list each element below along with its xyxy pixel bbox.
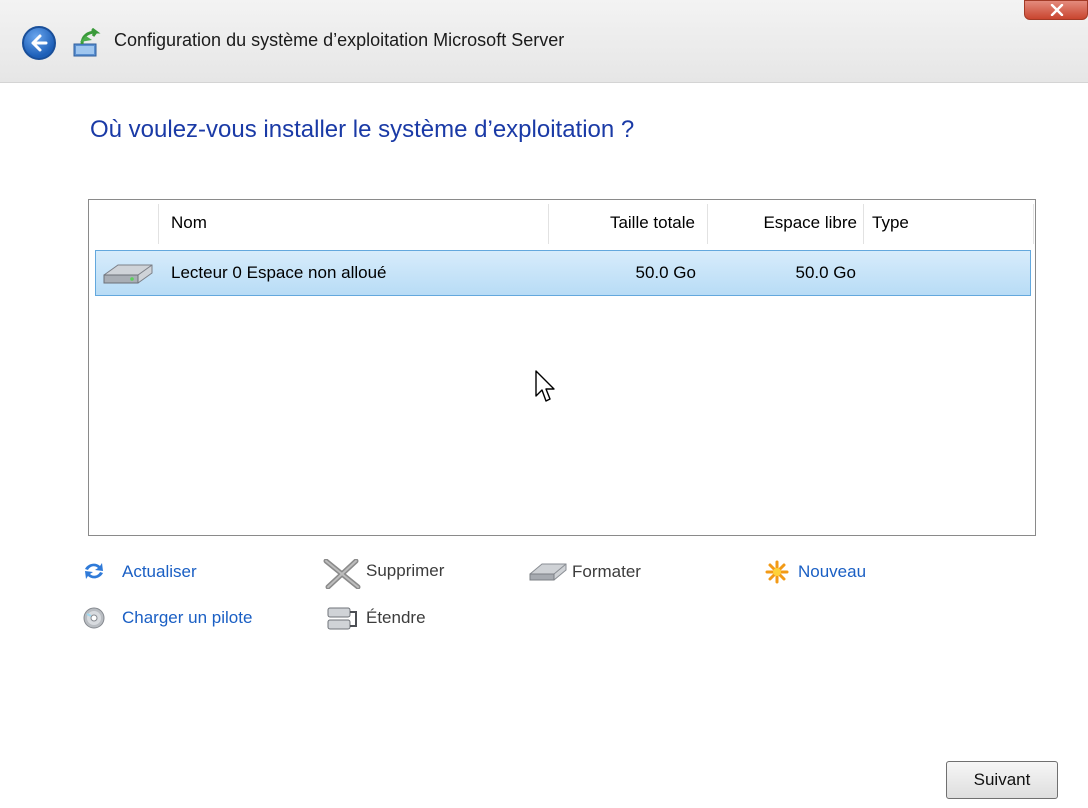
mouse-cursor-icon: [535, 370, 555, 402]
disk-row[interactable]: Lecteur 0 Espace non alloué 50.0 Go 50.0…: [95, 250, 1031, 296]
column-separator: [707, 204, 708, 244]
extend-label: Étendre: [366, 608, 426, 627]
page-heading: Où voulez-vous installer le système d’ex…: [90, 116, 635, 143]
format-drive-icon: [529, 563, 567, 581]
extend-icon: [327, 607, 357, 630]
disk-total-size: 50.0 Go: [635, 263, 697, 282]
column-separator: [863, 204, 864, 244]
format-label: Formater: [572, 562, 641, 581]
column-header-type[interactable]: Type: [872, 200, 909, 246]
setup-icon: [73, 28, 101, 57]
disk-list: Nom Taille totale Espace libre Type Lect…: [88, 199, 1036, 536]
refresh-label: Actualiser: [122, 562, 197, 581]
delete-label: Supprimer: [366, 561, 445, 580]
cd-driver-icon: [83, 607, 105, 629]
window-title: Configuration du système d’exploitation …: [114, 30, 565, 50]
new-label: Nouveau: [798, 562, 867, 581]
column-separator: [158, 204, 159, 244]
column-header-name[interactable]: Nom: [171, 200, 207, 246]
back-button[interactable]: [22, 26, 56, 60]
back-arrow-icon: [31, 34, 48, 52]
disk-name: Lecteur 0 Espace non alloué: [171, 263, 387, 282]
disk-free-space: 50.0 Go: [795, 263, 857, 282]
delete-icon: [323, 559, 361, 589]
column-header-free-space[interactable]: Espace libre: [709, 200, 857, 246]
next-button[interactable]: Suivant: [946, 761, 1058, 799]
title-bar: Configuration du système d’exploitation …: [0, 0, 1088, 83]
close-button[interactable]: [1024, 0, 1088, 20]
column-header-total-size[interactable]: Taille totale: [549, 200, 695, 246]
column-separator: [1033, 204, 1034, 244]
close-icon: [1050, 4, 1064, 16]
load-driver-label: Charger un pilote: [122, 608, 253, 627]
new-sparkle-icon: [765, 560, 789, 584]
refresh-icon: [85, 563, 103, 579]
hard-drive-icon: [103, 264, 153, 284]
